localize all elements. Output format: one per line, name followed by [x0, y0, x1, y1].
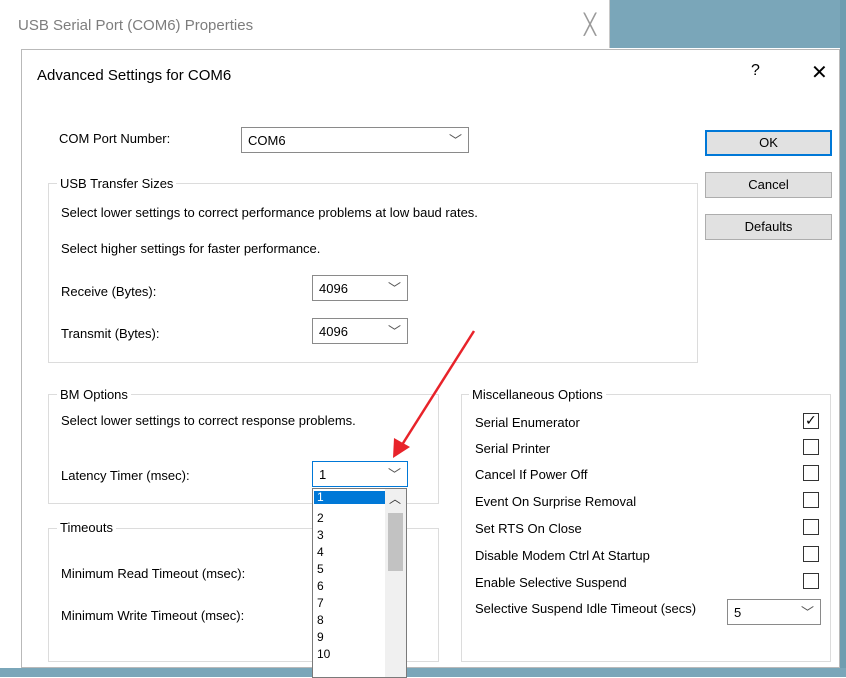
annotation-arrow — [393, 330, 476, 458]
